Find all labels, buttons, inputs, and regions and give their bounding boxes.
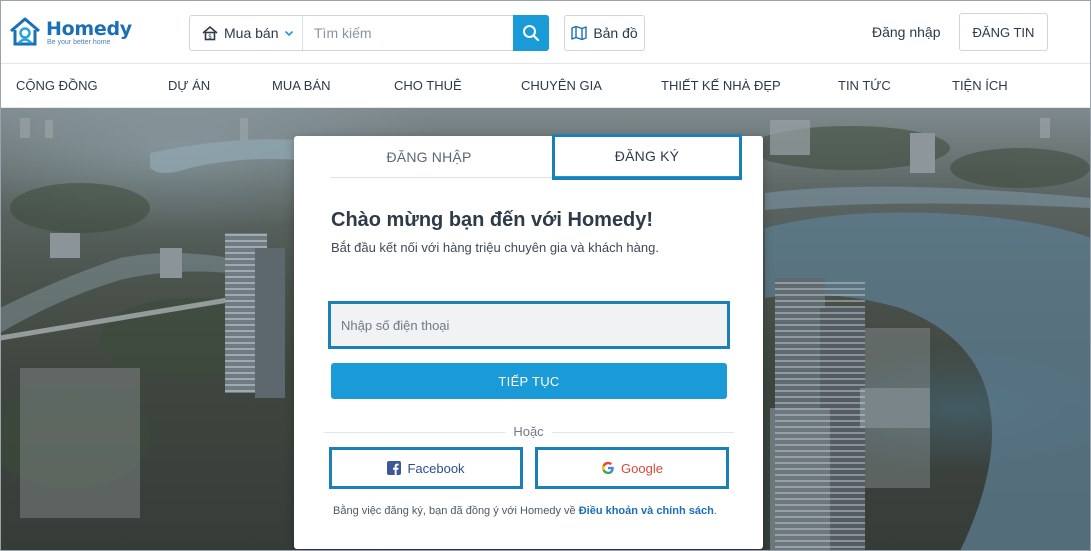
svg-text:$: $ [208,34,212,41]
search-type-label: Mua bán [224,25,279,41]
tab-register[interactable]: ĐĂNG KÝ [552,134,742,180]
nav-item-utilities[interactable]: TIỆN ÍCH [952,78,1008,93]
nav-item-news[interactable]: TIN TỨC [838,78,891,93]
map-icon [571,25,588,41]
login-link[interactable]: Đăng nhập [872,24,941,40]
logo-tagline: Be your better home [47,39,111,46]
google-icon [601,461,615,475]
search-type-dropdown[interactable]: $ Mua bán [190,16,303,50]
phone-number-input[interactable] [328,301,730,349]
google-label: Google [621,460,663,476]
nav-item-community[interactable]: CỘNG ĐỒNG [16,78,98,93]
or-label: Hoặc [505,424,552,439]
welcome-heading: Chào mừng bạn đến với Homedy! [331,209,654,231]
continue-button[interactable]: TIẾP TỤC [331,363,727,399]
register-modal: ĐĂNG NHẬP ĐĂNG KÝ Chào mừng bạn đến với … [294,134,763,549]
search-button[interactable] [513,15,549,51]
map-button[interactable]: Bản đồ [564,15,645,51]
terms-link[interactable]: Điều khoản và chính sách [579,505,714,517]
google-login-button[interactable]: Google [535,447,729,489]
facebook-login-button[interactable]: Facebook [329,447,523,489]
terms-suffix: . [713,505,717,517]
terms-prefix: Bằng việc đăng ký, bạn đã đồng ý với Hom… [333,505,576,517]
nav-item-rent[interactable]: CHO THUÊ [394,78,462,93]
header: Homedy Be your better home $ Mua bán Tìm… [0,0,1091,64]
map-label: Bản đồ [593,25,638,41]
main-nav: CỘNG ĐỒNG DỰ ÁN MUA BÁN CHO THUÊ CHUYÊN … [0,64,1091,108]
homedy-logo[interactable]: Homedy Be your better home [8,14,138,52]
facebook-label: Facebook [407,460,465,476]
search-input[interactable] [304,16,512,50]
welcome-subtitle: Bắt đầu kết nối với hàng triệu chuyên gi… [331,240,659,255]
chevron-down-icon [285,30,294,37]
terms-notice: Bằng việc đăng ký, bạn đã đồng ý với Hom… [333,505,717,517]
house-dollar-icon: $ [202,25,218,41]
nav-item-projects[interactable]: DỰ ÁN [168,78,210,93]
facebook-icon [387,461,402,475]
home-logo-icon [10,17,40,46]
nav-item-buy-sell[interactable]: MUA BÁN [272,78,331,93]
nav-item-home-design[interactable]: THIẾT KẾ NHÀ ĐẸP [661,78,781,93]
search-icon [523,25,540,42]
auth-tabs: ĐĂNG NHẬP ĐĂNG KÝ [330,134,742,180]
search-bar: $ Mua bán [189,15,549,51]
nav-item-experts[interactable]: CHUYÊN GIA [521,78,602,93]
tab-login[interactable]: ĐĂNG NHẬP [330,136,528,178]
post-listing-button[interactable]: ĐĂNG TIN [959,13,1048,51]
logo-text: Homedy [46,18,132,40]
